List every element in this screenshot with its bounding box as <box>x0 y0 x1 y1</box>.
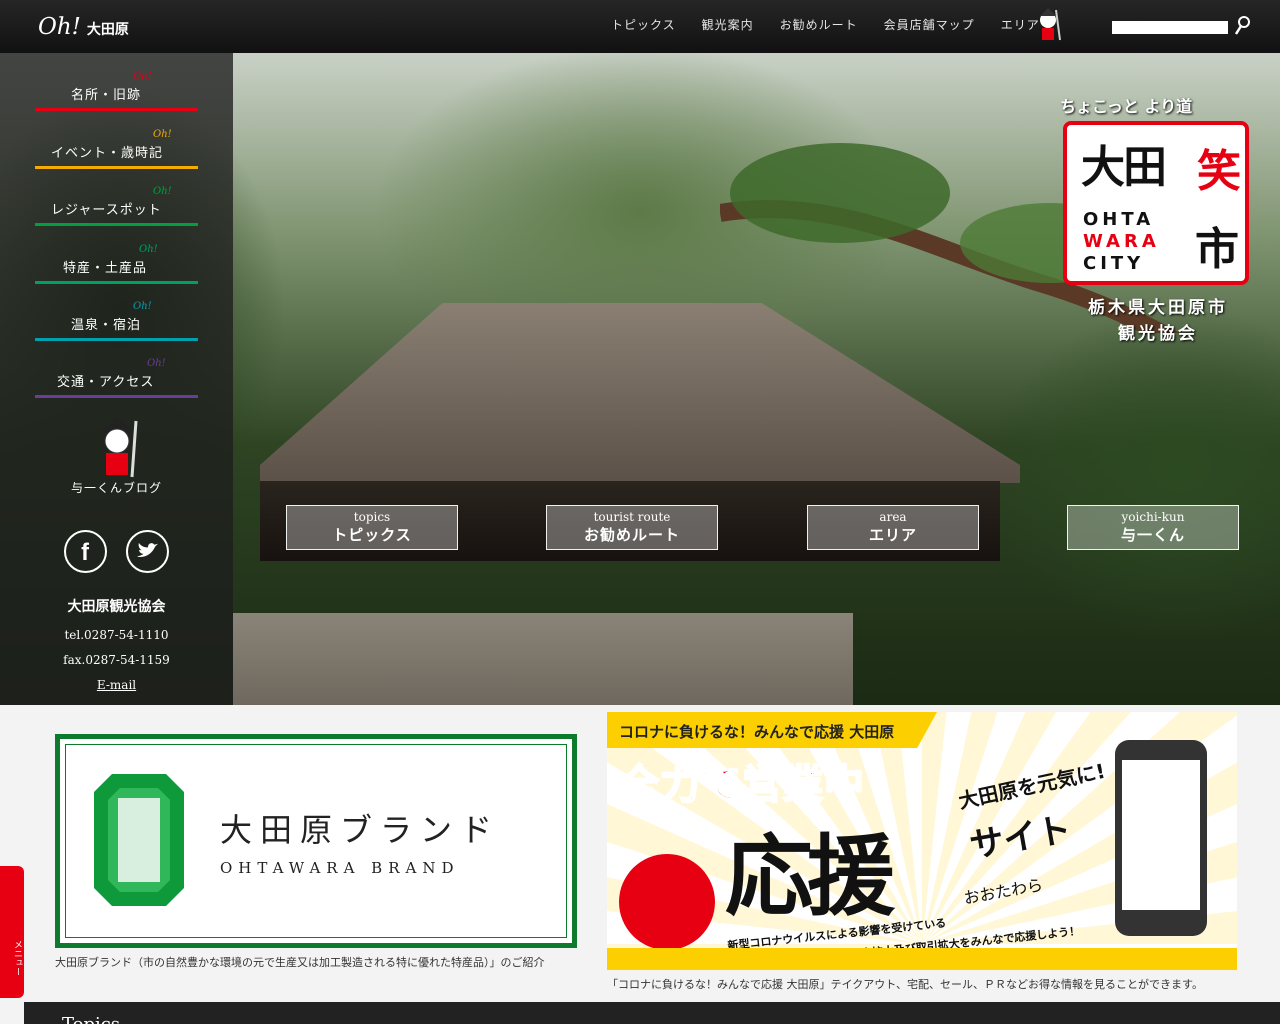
hero-button-route[interactable]: tourist route お勧めルート <box>546 505 718 550</box>
corona-banner-main: 全力で営業中 <box>618 761 865 809</box>
facebook-icon[interactable]: f <box>64 530 107 573</box>
hero-button-ja: トピックス <box>332 526 412 544</box>
corona-banner-genki: 大田原を元気に! <box>956 758 1108 814</box>
mascot-icon[interactable] <box>1034 6 1062 44</box>
sidebar-item-onsen[interactable]: 温泉・宿泊 Oh! <box>35 301 198 341</box>
logo-char-ichi: 市 <box>1195 224 1239 275</box>
hero-button-en: topics <box>353 510 391 524</box>
garden-ground <box>233 613 853 705</box>
yoichi-mascot-icon[interactable] <box>92 415 142 481</box>
phone-screen <box>1122 760 1200 910</box>
brand-caption-line2: 観光協会 <box>1118 324 1198 344</box>
oh-mark: Oh! <box>133 71 152 82</box>
emerald-gem-icon <box>94 774 184 906</box>
sidebar-item-label: 特産・土産品 <box>63 261 148 276</box>
search-icon[interactable] <box>1234 15 1252 37</box>
oh-mark: Oh! <box>147 358 166 369</box>
corona-banner-ohtawara: おおたわら <box>962 875 1045 908</box>
svg-text:f: f <box>81 539 89 565</box>
corona-banner-top: コロナに負けるな！みんなで応援 大田原 <box>607 712 937 748</box>
brand-title-ja: 大田原ブランド <box>220 811 501 849</box>
hero-button-topics[interactable]: topics トピックス <box>286 505 458 550</box>
cityscape-strip <box>607 948 1237 970</box>
sidebar-item-events[interactable]: イベント・歳時記 Oh! <box>35 129 198 169</box>
brand-tagline: ちょこっと より道 <box>1060 97 1193 116</box>
nav-topics[interactable]: トピックス <box>611 16 676 33</box>
sidebar-item-access[interactable]: 交通・アクセス Oh! <box>35 358 198 398</box>
logo-en-wara: WARA <box>1083 231 1160 252</box>
oh-mark: Oh! <box>133 301 152 312</box>
main-nav: トピックス 観光案内 お勧めルート 会員店舗マップ エリア <box>598 16 1053 33</box>
ohtawara-city-logo: 大田 笑 市 OHTA WARA CITY <box>1063 121 1249 285</box>
brand-caption-line1: 栃木県大田原市 <box>1088 298 1228 318</box>
nav-guide[interactable]: 観光案内 <box>702 16 754 33</box>
hero-button-ja: 与一くん <box>1120 526 1185 544</box>
corona-banner-ouen: 応援 <box>725 825 895 928</box>
logo-en-ohta: OHTA <box>1083 209 1155 230</box>
menu-tab[interactable]: メニュー <box>0 866 24 998</box>
smartphone-illustration <box>1115 740 1207 936</box>
brand-caption: 栃木県大田原市 観光協会 <box>1058 295 1258 347</box>
sidebar-bar <box>35 223 198 226</box>
logo-char-wara: 笑 <box>1197 146 1241 197</box>
logo-char-ohta: 大田 <box>1081 142 1167 193</box>
hero-button-area[interactable]: area エリア <box>807 505 979 550</box>
tel: tel.0287-54-1110 <box>64 628 169 642</box>
hero-button-ja: エリア <box>868 526 917 544</box>
sidebar-item-label: イベント・歳時記 <box>51 146 164 161</box>
sidebar-item-label: 名所・旧跡 <box>71 88 142 103</box>
hero: 名所・旧跡 Oh! イベント・歳時記 Oh! レジャースポット Oh! 特産・土… <box>0 53 1280 705</box>
org-name: 大田原観光協会 <box>67 599 166 615</box>
corona-banner-caption: 「コロナに負けるな！みんなで応援 大田原」テイクアウト、宅配、セール、ＰＲなどお… <box>607 978 1203 991</box>
blog-link[interactable]: 与一くんブログ <box>0 479 233 496</box>
twitter-icon[interactable] <box>126 530 169 573</box>
sidebar-bar <box>35 108 198 111</box>
sidebar-bar <box>35 166 198 169</box>
search-input[interactable] <box>1112 21 1228 34</box>
ohtawara-brand-banner[interactable]: 大田原ブランド OHTAWARA BRAND <box>55 734 577 948</box>
logo-oh: Oh! <box>38 14 81 40</box>
oh-mark: Oh! <box>153 186 172 197</box>
corona-banner-site: サイト <box>966 809 1075 867</box>
page: Oh! 大田原 トピックス 観光案内 お勧めルート 会員店舗マップ エリア 名所… <box>0 0 1280 1024</box>
sidebar-item-sights[interactable]: 名所・旧跡 Oh! <box>35 71 198 111</box>
oh-mark: Oh! <box>153 129 172 140</box>
hero-button-en: area <box>879 510 907 524</box>
hero-button-yoichi[interactable]: yoichi-kun 与一くん <box>1067 505 1239 550</box>
sidebar-bar <box>35 395 198 398</box>
site-logo[interactable]: Oh! 大田原 <box>38 14 129 40</box>
nav-route[interactable]: お勧めルート <box>780 16 858 33</box>
corona-support-banner[interactable]: コロナに負けるな！みんなで応援 大田原 全力で営業中 大田原を元気に! 応援 サ… <box>607 712 1237 970</box>
logo-city: 大田原 <box>86 22 129 38</box>
nav-shop-map[interactable]: 会員店舗マップ <box>884 16 975 33</box>
oh-mark: Oh! <box>139 244 158 255</box>
sidebar-item-label: 交通・アクセス <box>57 375 155 390</box>
hero-button-en: yoichi-kun <box>1121 510 1185 524</box>
sidebar-item-label: 温泉・宿泊 <box>71 318 142 333</box>
shopkeepers-illustration <box>619 854 715 950</box>
header: Oh! 大田原 トピックス 観光案内 お勧めルート 会員店舗マップ エリア <box>0 0 1280 53</box>
brand-banner-caption: 大田原ブランド（市の自然豊かな環境の元で生産又は加工製造される特に優れた特産品）… <box>55 956 545 969</box>
sidebar-item-souvenirs[interactable]: 特産・土産品 Oh! <box>35 244 198 284</box>
topics-section-bar <box>24 1002 1280 1024</box>
logo-en-city: CITY <box>1083 253 1145 274</box>
email-link[interactable]: E-mail <box>0 678 233 692</box>
sidebar-bar <box>35 338 198 341</box>
sidebar-bar <box>35 281 198 284</box>
brand-title-en: OHTAWARA BRAND <box>220 859 460 877</box>
fax: fax.0287-54-1159 <box>63 653 170 667</box>
hero-button-ja: お勧めルート <box>583 526 680 544</box>
hero-button-en: tourist route <box>593 510 671 524</box>
sidebar: 名所・旧跡 Oh! イベント・歳時記 Oh! レジャースポット Oh! 特産・土… <box>0 53 233 705</box>
sidebar-item-label: レジャースポット <box>51 203 162 218</box>
topics-heading: Topics <box>62 1014 120 1024</box>
sidebar-item-leisure[interactable]: レジャースポット Oh! <box>35 186 198 226</box>
